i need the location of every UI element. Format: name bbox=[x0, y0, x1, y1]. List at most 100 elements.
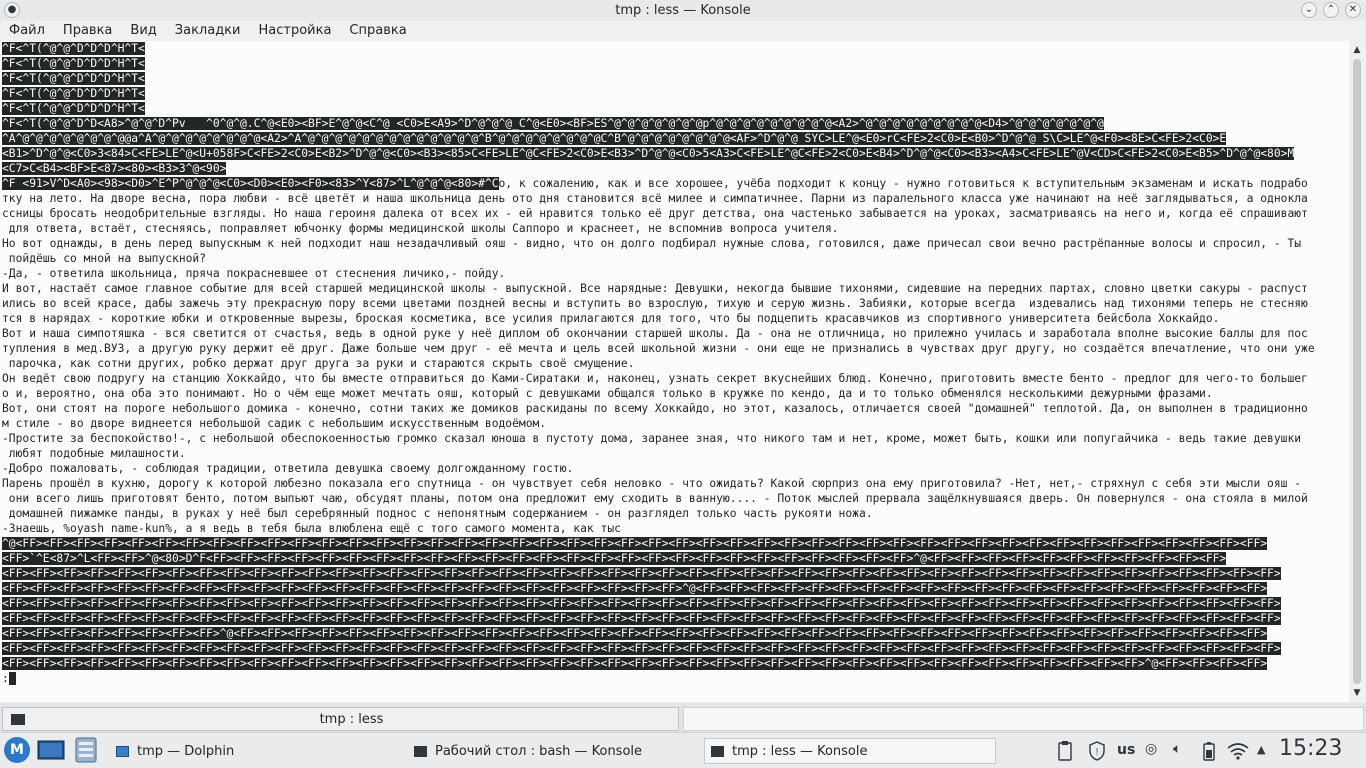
terminal-line: ^F<^T(^@^@^D^D^D^H^T< bbox=[0, 86, 1349, 101]
terminal-binary-text: ^A^@^@^@^@^@^@^@^@@a^A^@^@^@^@^@^@^@^@<A… bbox=[2, 132, 1227, 145]
terminal-text: -Простите за беспокойство!-, с небольшой… bbox=[2, 432, 1302, 445]
terminal-line: <C7>C<B4><BF>E<87><80><B3>3^@<90> bbox=[0, 161, 1349, 176]
terminal-icon bbox=[11, 713, 25, 725]
terminal-binary-text: ^F<^T(^@^@^D^D^D^H^T< bbox=[2, 87, 145, 100]
window-titlebar[interactable]: ● tmp : less — Konsole ⌄ ⌃ ✕ bbox=[0, 0, 1366, 21]
svg-text:!: ! bbox=[1095, 747, 1099, 758]
keyboard-layout-indicator[interactable]: us bbox=[1117, 742, 1135, 758]
menu-help[interactable]: Справка bbox=[340, 21, 415, 41]
shield-icon[interactable]: ! bbox=[1088, 741, 1106, 761]
terminal-line: ^F<^T(^@^@^D^D^D^H^T< bbox=[0, 71, 1349, 86]
terminal-binary-text: ^F<^T(^@^@^D^D<A8>^@^@^D^Pv ^0^@^@.C^@<E… bbox=[2, 117, 1104, 130]
terminal-text: домашней пижамке панды, в руках у неё бы… bbox=[2, 507, 873, 520]
terminal-line: о и, вероятно, она оба это понимают. Но … bbox=[0, 386, 1349, 401]
terminal-line: пойдёшь со мной на выпускной? bbox=[0, 251, 1349, 266]
menu-file[interactable]: Файл bbox=[0, 21, 54, 41]
terminal-line: <FF><FF><FF><FF><FF><FF><FF><FF><FF><FF>… bbox=[0, 641, 1349, 656]
terminal-text: пойдёшь со мной на выпускной? bbox=[2, 252, 207, 265]
terminal-binary-text: <FF><FF><FF><FF><FF><FF><FF><FF><FF><FF>… bbox=[2, 567, 1281, 580]
terminal-line: <FF><FF><FF><FF><FF><FF><FF><FF><FF><FF>… bbox=[0, 596, 1349, 611]
application-launcher-icon[interactable]: M bbox=[4, 737, 30, 763]
scroll-thumb[interactable] bbox=[1353, 59, 1361, 684]
maximize-icon: ⌃ bbox=[1326, 4, 1336, 15]
terminal-line: И вот, настаёт самое главное событие для… bbox=[0, 281, 1349, 296]
terminal-text: они всего лишь приготовят бенто, потом в… bbox=[2, 492, 1308, 505]
task-konsole-less[interactable]: tmp : less — Konsole bbox=[704, 738, 996, 764]
terminal-line: ^F<^T(^@^@^D^D^D^H^T< bbox=[0, 41, 1349, 56]
scroll-up-icon[interactable]: ▲ bbox=[1351, 44, 1363, 56]
terminal-line: <FF><FF><FF><FF><FF><FF><FF><FF><FF><FF>… bbox=[0, 656, 1349, 671]
terminal-line: ^@<FF><FF><FF><FF><FF><FF><FF><FF><FF><F… bbox=[0, 536, 1349, 551]
show-desktop-icon[interactable] bbox=[37, 739, 65, 761]
terminal-line: ^A^@^@^@^@^@^@^@^@@a^A^@^@^@^@^@^@^@^@<A… bbox=[0, 131, 1349, 146]
terminal-text: -Добро пожаловать, - соблюдая традиции, … bbox=[2, 462, 574, 475]
network-icon[interactable]: ◎ bbox=[1145, 741, 1157, 757]
terminal-line: м стиле - во дворе виднеется небольшой с… bbox=[0, 416, 1349, 431]
terminal-binary-text: <FF><FF><FF><FF><FF><FF><FF><FF><FF><FF>… bbox=[2, 597, 1281, 610]
wifi-icon[interactable] bbox=[1227, 742, 1249, 760]
task-label: tmp : less — Konsole bbox=[732, 743, 868, 759]
task-dolphin[interactable]: tmp — Dolphin bbox=[110, 738, 400, 764]
terminal-line: -Добро пожаловать, - соблюдая традиции, … bbox=[0, 461, 1349, 476]
terminal-line: <FF><FF><FF><FF><FF><FF><FF><FF><FF><FF>… bbox=[0, 581, 1349, 596]
terminal-binary-text: ^F<^T(^@^@^D^D^D^H^T< bbox=[2, 72, 145, 85]
terminal-line: Но вот однажды, в день перед выпускным к… bbox=[0, 236, 1349, 251]
terminal-binary-text: <FF><FF><FF><FF><FF><FF><FF><FF>^@<FF><F… bbox=[2, 627, 1268, 640]
expand-tray-icon[interactable]: ▲ bbox=[1257, 743, 1265, 756]
terminal-line: -Простите за беспокойство!-, с небольшой… bbox=[0, 431, 1349, 446]
tab-label: tmp : less bbox=[319, 711, 384, 727]
terminal-line: тку на лето. На дворе весна, пора любви … bbox=[0, 191, 1349, 206]
menubar: Файл Правка Вид Закладки Настройка Справ… bbox=[0, 21, 1366, 41]
terminal-text: ились во всей красе, дабы зажечь эту пре… bbox=[2, 297, 1308, 310]
terminal-binary-text: <FF><FF><FF><FF><FF><FF><FF><FF><FF><FF>… bbox=[2, 612, 1281, 625]
tab-tmp-less[interactable]: tmp : less bbox=[2, 707, 679, 731]
menu-bookmarks[interactable]: Закладки bbox=[166, 21, 250, 41]
maximize-button[interactable]: ⌃ bbox=[1323, 2, 1339, 18]
menu-settings[interactable]: Настройка bbox=[249, 21, 340, 41]
terminal-line: тся в нарядах - короткие юбки и откровен… bbox=[0, 311, 1349, 326]
terminal-line: для ответа, встаёт, стесняясь, поправляе… bbox=[0, 221, 1349, 236]
terminal-text: тупления в мед.ВУЗ, а другую руку держит… bbox=[2, 342, 1315, 355]
task-konsole-bash[interactable]: Рабочий стол : bash — Konsole bbox=[408, 738, 698, 764]
menu-view[interactable]: Вид bbox=[121, 21, 165, 41]
terminal-line: они всего лишь приготовят бенто, потом в… bbox=[0, 491, 1349, 506]
terminal-line: Вот, они стоят на пороге небольшого доми… bbox=[0, 401, 1349, 416]
terminal-text: -Знаешь, %oyash name-kun%, а я ведь в те… bbox=[2, 522, 621, 535]
terminal-line: парочка, как сотни других, робко держат … bbox=[0, 356, 1349, 371]
battery-icon[interactable] bbox=[1203, 741, 1215, 761]
menu-edit[interactable]: Правка bbox=[54, 21, 121, 41]
volume-icon[interactable]: 🔈︎ bbox=[1173, 741, 1181, 757]
terminal-text: любят подобные милашности. bbox=[2, 447, 186, 460]
terminal-text: Вот, они стоят на пороге небольшого доми… bbox=[2, 402, 1308, 415]
terminal-binary-text: ^@<FF><FF><FF><FF><FF><FF><FF><FF><FF><F… bbox=[2, 537, 1268, 550]
folder-icon bbox=[116, 745, 129, 757]
terminal-text: И вот, настаёт самое главное событие для… bbox=[2, 282, 1308, 295]
terminal-text: для ответа, встаёт, стесняясь, поправляе… bbox=[2, 222, 839, 235]
minimize-button[interactable]: ⌄ bbox=[1301, 2, 1317, 18]
close-icon: ✕ bbox=[1348, 4, 1358, 15]
terminal-text: тку на лето. На дворе весна, пора любви … bbox=[2, 192, 1308, 205]
terminal-line: Вот и наша симпотяшка - вся светится от … bbox=[0, 326, 1349, 341]
terminal-icon bbox=[414, 745, 427, 757]
terminal-scrollbar[interactable]: ▲ ▼ bbox=[1349, 41, 1366, 702]
terminal-line: ились во всей красе, дабы зажечь эту пре… bbox=[0, 296, 1349, 311]
terminal-binary-text: <FF><FF><FF><FF><FF><FF><FF><FF><FF><FF>… bbox=[2, 642, 1281, 655]
terminal-line: ^F <91>V^D<A0><98><D0>^E^P^@^@^@<C0><D0>… bbox=[0, 176, 1349, 191]
clock[interactable]: 15:23 bbox=[1279, 736, 1342, 761]
terminal-text: парочка, как сотни других, робко держат … bbox=[2, 357, 635, 370]
terminal-text: о и, вероятно, она оба это понимают. Но … bbox=[2, 387, 1213, 400]
terminal-line: ссницы бросать неодобрительные взгляды. … bbox=[0, 206, 1349, 221]
terminal-line: -Да, - ответила школьница, пряча покрасн… bbox=[0, 266, 1349, 281]
file-manager-icon[interactable] bbox=[74, 737, 98, 763]
terminal-binary-text: ^F <91>V^D<A0><98><D0>^E^P^@^@^@<C0><D0>… bbox=[2, 177, 499, 190]
terminal-binary-text: <C7>C<B4><BF>E<87><80><B3>3^@<90> bbox=[2, 162, 227, 175]
terminal-binary-text bbox=[8, 672, 16, 685]
terminal-output[interactable]: ^F<^T(^@^@^D^D^D^H^T< ^F<^T(^@^@^D^D^D^H^… bbox=[0, 41, 1349, 702]
clipboard-icon[interactable] bbox=[1057, 740, 1073, 762]
close-button[interactable]: ✕ bbox=[1345, 2, 1361, 18]
tab-bar-empty-area[interactable] bbox=[683, 707, 1364, 731]
scroll-down-icon[interactable]: ▼ bbox=[1351, 687, 1363, 699]
scroll-track[interactable] bbox=[1353, 59, 1361, 684]
terminal-binary-text: <B1>^D^@^@<C0>3<84>C<FE>LE^@<U+058F>C<FE… bbox=[2, 147, 1295, 160]
terminal-line: : bbox=[0, 671, 1349, 686]
